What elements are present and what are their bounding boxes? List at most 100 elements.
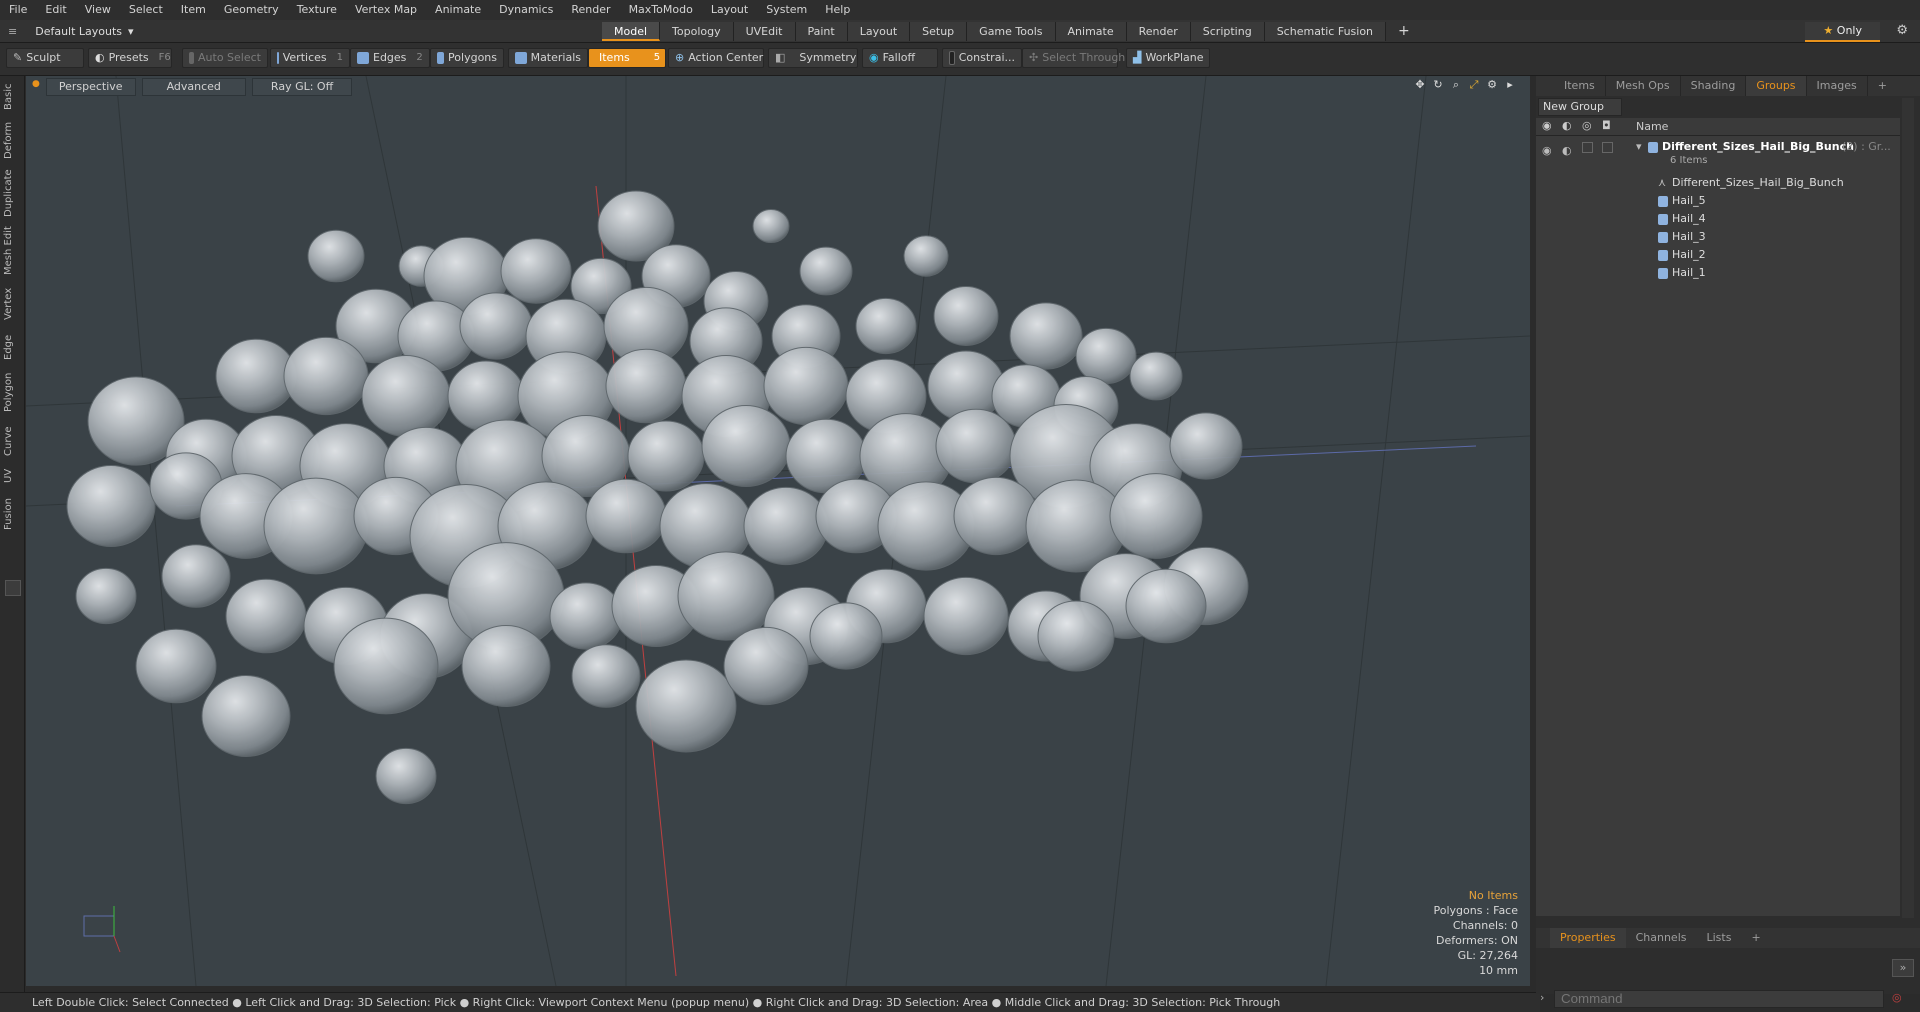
group-row[interactable]: ◉ ◐ ▾ Different_Sizes_Hail_Big_Bunch (2)… bbox=[1536, 138, 1900, 168]
tab-animate[interactable]: Animate bbox=[1055, 22, 1127, 41]
materials-button[interactable]: Materials bbox=[508, 48, 588, 68]
move-view-icon[interactable]: ✥ bbox=[1414, 79, 1426, 91]
group-select-checkbox[interactable] bbox=[1602, 142, 1613, 153]
vtab-basic[interactable]: Basic bbox=[3, 82, 20, 112]
symmetry-button[interactable]: ◧ Symmetry bbox=[768, 48, 858, 68]
constraints-button[interactable]: Constrai... bbox=[942, 48, 1022, 68]
tree-item-hail-2[interactable]: Hail_2 bbox=[1536, 246, 1900, 264]
tab-setup[interactable]: Setup bbox=[910, 22, 968, 41]
raygl-button[interactable]: Ray GL: Off bbox=[251, 78, 353, 96]
action-center-button[interactable]: ⊕ Action Center bbox=[668, 48, 764, 68]
group-visibility-icon[interactable]: ◉ bbox=[1542, 142, 1552, 160]
only-toggle[interactable]: ★ Only bbox=[1805, 22, 1880, 42]
tab-paint[interactable]: Paint bbox=[795, 22, 848, 41]
tree-item-hail-4[interactable]: Hail_4 bbox=[1536, 210, 1900, 228]
rotate-view-icon[interactable]: ↻ bbox=[1432, 79, 1444, 91]
tab-properties[interactable]: Properties bbox=[1550, 928, 1626, 948]
menu-layout[interactable]: Layout bbox=[702, 0, 757, 20]
command-input[interactable] bbox=[1554, 990, 1884, 1008]
materials-icon bbox=[515, 52, 527, 64]
group-lock-checkbox[interactable] bbox=[1582, 142, 1593, 153]
tab-scripting[interactable]: Scripting bbox=[1190, 22, 1265, 41]
menu-system[interactable]: System bbox=[757, 0, 816, 20]
record-icon[interactable]: ◎ bbox=[1892, 991, 1902, 1004]
gear-icon[interactable]: ⚙ bbox=[1896, 23, 1908, 38]
menu-vertex-map[interactable]: Vertex Map bbox=[346, 0, 426, 20]
tab-images[interactable]: Images bbox=[1807, 76, 1868, 96]
tab-topology[interactable]: Topology bbox=[660, 22, 734, 41]
vtab-vertex[interactable]: Vertex bbox=[3, 284, 20, 324]
polygons-icon bbox=[437, 52, 445, 64]
workplane-button[interactable]: ▟ WorkPlane bbox=[1126, 48, 1210, 68]
tab-shading[interactable]: Shading bbox=[1681, 76, 1747, 96]
vertices-button[interactable]: Vertices 1 bbox=[270, 48, 350, 68]
vtab-duplicate[interactable]: Duplicate bbox=[3, 168, 20, 218]
add-properties-tab-button[interactable]: + bbox=[1741, 928, 1770, 948]
tab-groups[interactable]: Groups bbox=[1746, 76, 1807, 96]
vtab-edge[interactable]: Edge bbox=[3, 332, 20, 362]
tab-schematic-fusion[interactable]: Schematic Fusion bbox=[1264, 22, 1387, 41]
vtab-uv[interactable]: UV bbox=[3, 466, 20, 486]
menu-select[interactable]: Select bbox=[120, 0, 172, 20]
presets-button[interactable]: ◐ Presets F6 bbox=[88, 48, 172, 68]
vtab-fusion[interactable]: Fusion bbox=[3, 494, 20, 534]
menu-animate[interactable]: Animate bbox=[426, 0, 490, 20]
tab-game-tools[interactable]: Game Tools bbox=[967, 22, 1056, 41]
tab-uvedit[interactable]: UVEdit bbox=[733, 22, 796, 41]
tree-item-hail-3[interactable]: Hail_3 bbox=[1536, 228, 1900, 246]
items-button[interactable]: Items 5 bbox=[588, 48, 666, 68]
tab-render[interactable]: Render bbox=[1126, 22, 1191, 41]
polygons-button[interactable]: Polygons bbox=[430, 48, 504, 68]
vtab-mesh-edit[interactable]: Mesh Edit bbox=[3, 226, 20, 276]
groups-scrollbar[interactable] bbox=[1902, 98, 1914, 918]
zoom-view-icon[interactable]: ⌕ bbox=[1450, 79, 1462, 91]
menu-file[interactable]: File bbox=[0, 0, 36, 20]
panel-collapse-button[interactable] bbox=[5, 580, 21, 596]
menu-texture[interactable]: Texture bbox=[288, 0, 346, 20]
collapse-arrow-icon[interactable]: ▾ bbox=[1636, 138, 1642, 156]
tree-item-hail-1[interactable]: Hail_1 bbox=[1536, 264, 1900, 282]
fit-view-icon[interactable]: ⤢ bbox=[1468, 79, 1480, 91]
vtab-polygon[interactable]: Polygon bbox=[3, 368, 20, 416]
eye-icon[interactable]: ◉ bbox=[1542, 119, 1552, 132]
tab-items[interactable]: Items bbox=[1554, 76, 1606, 96]
render-icon[interactable]: ◐ bbox=[1562, 119, 1572, 132]
tab-mesh-ops[interactable]: Mesh Ops bbox=[1606, 76, 1681, 96]
menu-geometry[interactable]: Geometry bbox=[215, 0, 288, 20]
3d-viewport[interactable]: ● Perspective Advanced Ray GL: Off ✥ ↻ ⌕… bbox=[26, 76, 1530, 986]
expand-panel-icon[interactable]: » bbox=[1892, 959, 1914, 977]
tab-layout[interactable]: Layout bbox=[847, 22, 911, 41]
add-tab-button[interactable]: + bbox=[1386, 22, 1422, 41]
sculpt-button[interactable]: ✎ Sculpt bbox=[6, 48, 84, 68]
view-style-button[interactable]: Advanced bbox=[141, 78, 246, 96]
menu-render[interactable]: Render bbox=[562, 0, 619, 20]
name-column-header[interactable]: Name bbox=[1636, 120, 1668, 133]
menu-help[interactable]: Help bbox=[816, 0, 859, 20]
tab-lists[interactable]: Lists bbox=[1697, 928, 1742, 948]
lock-icon[interactable]: ◎ bbox=[1582, 119, 1592, 132]
layouts-dropdown[interactable]: ≡ Default Layouts ▾ bbox=[8, 22, 134, 40]
tree-item-locator[interactable]: ⋏ Different_Sizes_Hail_Big_Bunch bbox=[1536, 174, 1900, 192]
menu-maxtomodo[interactable]: MaxToModo bbox=[620, 0, 702, 20]
tree-item-hail-5[interactable]: Hail_5 bbox=[1536, 192, 1900, 210]
select-icon[interactable]: ◘ bbox=[1602, 119, 1611, 132]
edges-button[interactable]: Edges 2 bbox=[350, 48, 430, 68]
vtab-deform[interactable]: Deform bbox=[3, 120, 20, 160]
new-group-button[interactable]: New Group bbox=[1538, 98, 1622, 116]
tab-channels[interactable]: Channels bbox=[1626, 928, 1697, 948]
viewport-nav-icons: ✥ ↻ ⌕ ⤢ ⚙ ▸ bbox=[1414, 79, 1516, 91]
falloff-button[interactable]: ◉ Falloff bbox=[862, 48, 938, 68]
menu-item[interactable]: Item bbox=[172, 0, 215, 20]
group-render-icon[interactable]: ◐ bbox=[1562, 142, 1572, 160]
vtab-curve[interactable]: Curve bbox=[3, 424, 20, 458]
viewport-expand-icon[interactable]: ▸ bbox=[1504, 79, 1516, 91]
menu-dynamics[interactable]: Dynamics bbox=[490, 0, 562, 20]
view-perspective-button[interactable]: Perspective bbox=[45, 78, 136, 96]
viewport-settings-icon[interactable]: ⚙ bbox=[1486, 79, 1498, 91]
menu-edit[interactable]: Edit bbox=[36, 0, 75, 20]
add-panel-tab-button[interactable]: + bbox=[1868, 76, 1897, 96]
auto-select-button[interactable]: Auto Select bbox=[182, 48, 268, 68]
tab-model[interactable]: Model bbox=[602, 22, 661, 41]
select-through-button[interactable]: ✣ Select Through bbox=[1022, 48, 1125, 68]
menu-view[interactable]: View bbox=[76, 0, 120, 20]
